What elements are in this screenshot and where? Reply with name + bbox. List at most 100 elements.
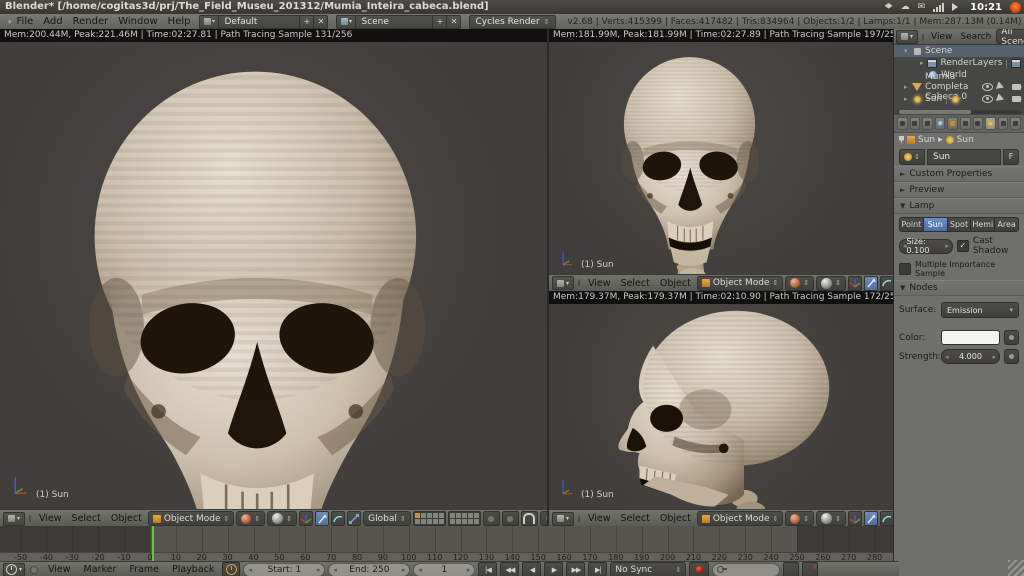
- shading-dropdown[interactable]: ⇕: [236, 511, 265, 526]
- selectability-icon[interactable]: [996, 81, 1009, 92]
- selectability-icon[interactable]: [996, 93, 1009, 104]
- tab-object-icon[interactable]: [947, 117, 958, 130]
- outliner-row-renderlayers[interactable]: ▸ RenderLayers |: [894, 57, 1024, 69]
- add-scene-button[interactable]: +: [433, 15, 447, 29]
- mis-checkbox[interactable]: [899, 263, 911, 275]
- view3d-menu-select[interactable]: Select: [617, 278, 654, 289]
- manipulator-toggle-button[interactable]: [299, 511, 313, 526]
- layout-name-field[interactable]: Default: [219, 15, 300, 29]
- view3d-menu-select[interactable]: Select: [617, 513, 654, 524]
- pivot-dropdown[interactable]: ⇕: [816, 511, 846, 526]
- breadcrumb-data[interactable]: Sun: [957, 135, 974, 145]
- proportional-edit-button[interactable]: [502, 511, 519, 526]
- network-signal-icon[interactable]: [933, 3, 944, 12]
- render-engine-dropdown[interactable]: Cycles Render⇕: [469, 15, 555, 29]
- shading-dropdown[interactable]: ⇕: [785, 511, 814, 526]
- play-reverse-button[interactable]: ◀: [522, 562, 541, 576]
- size-slider[interactable]: ◂Size: 0.100▸: [899, 239, 953, 254]
- lamp-type-sun[interactable]: Sun: [924, 217, 948, 232]
- mail-icon[interactable]: ✉: [918, 0, 926, 14]
- delete-scene-button[interactable]: ✕: [447, 15, 461, 29]
- rotate-manipulator-button[interactable]: [331, 511, 345, 526]
- auto-keyframe-record-button[interactable]: [689, 562, 709, 576]
- delete-layout-button[interactable]: ✕: [314, 15, 328, 29]
- mode-dropdown[interactable]: Object Mode ⇕: [697, 276, 784, 291]
- manipulator-toggle-button[interactable]: [848, 276, 862, 291]
- snap-element-dropdown[interactable]: ⇕: [540, 511, 547, 526]
- datablock-type-dropdown[interactable]: ⇕: [899, 149, 925, 165]
- viewport-bottom-right[interactable]: Mem:179.37M, Peak:179.37M | Time:02:10.9…: [549, 291, 893, 509]
- header-collapse-icon[interactable]: [30, 566, 38, 574]
- editor-type-button[interactable]: ▾: [896, 30, 918, 44]
- tab-render-layers-icon[interactable]: [910, 117, 921, 130]
- cast-shadow-checkbox[interactable]: ✓: [957, 240, 969, 252]
- tab-physics-icon[interactable]: [1010, 117, 1021, 130]
- scene-selector-icon[interactable]: ▾: [336, 15, 356, 29]
- view3d-menu-view[interactable]: View: [584, 513, 615, 524]
- menu-window[interactable]: Window: [113, 16, 162, 27]
- play-button[interactable]: ▶: [544, 562, 563, 576]
- pivot-dropdown[interactable]: ⇕: [816, 276, 846, 291]
- visibility-icon[interactable]: [982, 95, 993, 103]
- clock[interactable]: 10:21: [970, 2, 1002, 13]
- expand-icon[interactable]: ▾: [894, 47, 912, 55]
- outliner-scrollbar[interactable]: [897, 110, 1021, 114]
- layers-grid-secondary[interactable]: [448, 511, 481, 526]
- editor-type-button[interactable]: ▾: [3, 563, 25, 576]
- timeline-menu-frame[interactable]: Frame: [124, 564, 164, 575]
- keying-set-field[interactable]: [712, 563, 780, 576]
- renderability-icon[interactable]: [1012, 96, 1021, 102]
- view3d-menu-object[interactable]: Object: [656, 278, 695, 289]
- preview-range-button[interactable]: [222, 562, 240, 576]
- lamp-type-area[interactable]: Area: [995, 217, 1019, 232]
- pivot-dropdown[interactable]: ⇕: [267, 511, 297, 526]
- jump-to-start-button[interactable]: |◀: [478, 562, 497, 576]
- translate-manipulator-button[interactable]: [864, 276, 878, 291]
- layers-grid[interactable]: [413, 511, 446, 526]
- end-frame-field[interactable]: ◂End: 250▸: [328, 563, 410, 576]
- manipulator-toggle-button[interactable]: [848, 511, 862, 526]
- tab-constraints-icon[interactable]: [960, 117, 971, 130]
- view3d-menu-object[interactable]: Object: [656, 513, 695, 524]
- menu-help[interactable]: Help: [163, 16, 196, 27]
- header-collapse-icon[interactable]: [578, 515, 580, 523]
- editor-type-button[interactable]: ▾: [552, 276, 574, 290]
- panel-preview[interactable]: ► Preview: [894, 182, 1024, 198]
- header-collapse-icon[interactable]: [922, 33, 924, 41]
- timeline-menu-marker[interactable]: Marker: [79, 564, 122, 575]
- lamp-type-hemi[interactable]: Hemi: [971, 217, 995, 232]
- view3d-menu-object[interactable]: Object: [107, 513, 146, 524]
- renderability-icon[interactable]: [1012, 84, 1021, 90]
- outliner-row-mumia[interactable]: ▸ Mumia Completa Cabeca.0: [894, 81, 1024, 93]
- add-layout-button[interactable]: +: [300, 15, 314, 29]
- rotate-manipulator-button[interactable]: [880, 276, 893, 291]
- snap-magnet-button[interactable]: [521, 511, 538, 526]
- previous-keyframe-button[interactable]: ◀◀: [500, 562, 519, 576]
- editor-type-button[interactable]: ▾: [552, 512, 574, 526]
- start-frame-field[interactable]: ◂Start: 1▸: [243, 563, 325, 576]
- color-swatch[interactable]: [941, 330, 1000, 345]
- session-menu-icon[interactable]: [1010, 2, 1021, 13]
- tab-scene-icon[interactable]: [922, 117, 933, 130]
- header-collapse-icon[interactable]: [578, 279, 580, 287]
- dropbox-icon[interactable]: [885, 3, 893, 11]
- volume-icon[interactable]: [952, 3, 962, 11]
- delete-keyframe-button[interactable]: [802, 562, 818, 576]
- translate-manipulator-button[interactable]: [864, 511, 878, 526]
- viewport-left[interactable]: Mem:200.44M, Peak:221.46M | Time:02:27.8…: [0, 29, 547, 509]
- tab-lamp-data-icon[interactable]: [985, 117, 996, 130]
- tab-world-icon[interactable]: [935, 117, 946, 130]
- editor-type-button[interactable]: ▾: [3, 512, 25, 526]
- pin-icon[interactable]: [899, 136, 904, 144]
- current-frame-field[interactable]: ◂1▸: [413, 563, 475, 576]
- mode-dropdown[interactable]: Object Mode ⇕: [148, 511, 235, 526]
- outliner-filter-dropdown[interactable]: All Scenes⇕: [996, 29, 1024, 44]
- menu-add[interactable]: Add: [38, 16, 67, 27]
- viewport-top-right[interactable]: Mem:181.99M, Peak:181.99M | Time:02:27.8…: [549, 29, 893, 274]
- outliner-menu-search[interactable]: Search: [957, 32, 994, 42]
- expand-icon[interactable]: ▸: [894, 95, 912, 103]
- jump-to-end-button[interactable]: ▶|: [588, 562, 607, 576]
- mode-dropdown[interactable]: Object Mode ⇕: [697, 511, 784, 526]
- surface-dropdown[interactable]: Emission▾: [941, 302, 1019, 318]
- rotate-manipulator-button[interactable]: [880, 511, 893, 526]
